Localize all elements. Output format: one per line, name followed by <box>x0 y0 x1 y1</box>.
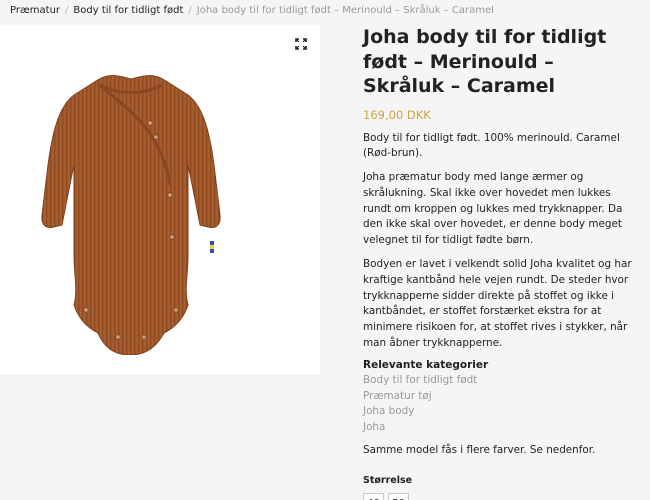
breadcrumb-link-praematur[interactable]: Præmatur <box>10 5 60 16</box>
product-image[interactable] <box>38 65 224 355</box>
product-description-paragraph: Body til for tidligt født. 100% merinoul… <box>363 131 620 160</box>
category-link[interactable]: Joha <box>363 421 385 433</box>
category-item: Joha body <box>363 404 635 420</box>
category-item: Body til for tidligt født <box>363 373 635 389</box>
breadcrumb-link-body-til-for-tidligt-fodt[interactable]: Body til for tidligt født <box>73 5 183 16</box>
product-summary: Joha body til for tidligt født – Merinou… <box>363 25 635 500</box>
size-options: 40 50 <box>363 493 635 500</box>
product-title: Joha body til for tidligt født – Merinou… <box>363 26 607 97</box>
breadcrumb-separator: / <box>188 5 192 16</box>
bodysuit-shape <box>41 75 221 355</box>
size-option-50[interactable]: 50 <box>388 493 409 500</box>
category-link[interactable]: Body til for tidligt født <box>363 374 477 386</box>
size-heading: Størrelse <box>363 475 413 487</box>
category-item: Joha <box>363 420 635 436</box>
product-price: 169,00 DKK <box>363 107 431 122</box>
product-description-paragraph: Joha præmatur body med lange ærmer og sk… <box>363 171 623 247</box>
category-list: Body til for tidligt født Præmatur tøj J… <box>363 373 635 436</box>
expand-icon[interactable] <box>295 38 307 50</box>
same-model-note: Samme model fås i flere farver. Se neden… <box>363 443 596 456</box>
brand-tag <box>210 241 214 253</box>
breadcrumb-current: Joha body til for tidligt født – Merinou… <box>196 5 494 16</box>
category-link[interactable]: Præmatur tøj <box>363 390 432 402</box>
breadcrumb: Præmatur / Body til for tidligt født / Joha … <box>10 4 494 18</box>
product-gallery <box>0 25 320 374</box>
size-option-40[interactable]: 40 <box>363 493 384 500</box>
breadcrumb-separator: / <box>65 5 69 16</box>
categories-heading: Relevante kategorier <box>363 358 489 371</box>
category-item: Præmatur tøj <box>363 389 635 405</box>
product-description-paragraph: Bodyen er lavet i velkendt solid Joha kv… <box>363 258 632 350</box>
category-link[interactable]: Joha body <box>363 405 414 417</box>
